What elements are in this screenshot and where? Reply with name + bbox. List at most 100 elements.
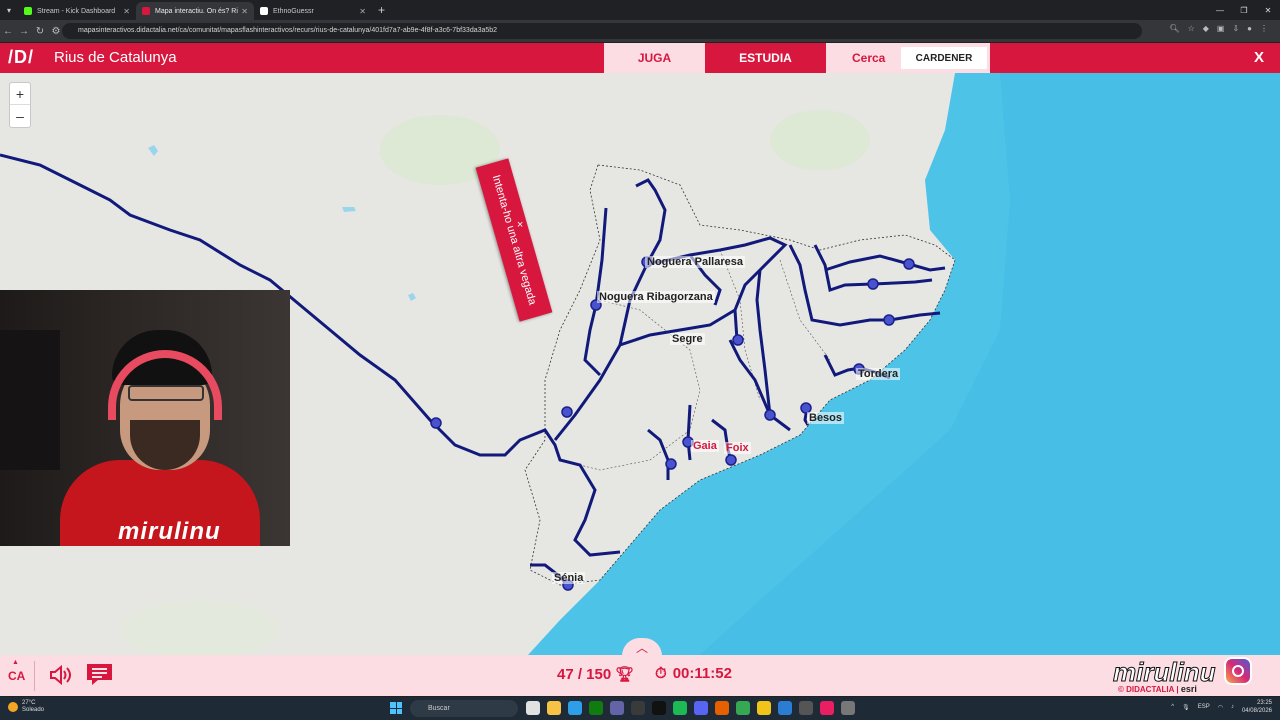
weather-temp: 27°C (22, 700, 36, 706)
close-tab-icon[interactable]: ✕ (123, 7, 130, 16)
chevron-up-icon: ▲ (12, 659, 19, 666)
retry-message: Intenta-ho una altra vegada (489, 173, 539, 307)
discord-icon[interactable] (694, 701, 708, 715)
notepad-icon[interactable] (778, 701, 792, 715)
download-icon[interactable]: ⇩ (1232, 24, 1239, 33)
extension-icon[interactable]: ◆ (1203, 24, 1209, 33)
river-search-field[interactable]: CARDENER (901, 47, 987, 69)
study-mode-button[interactable]: ESTUDIA (705, 43, 826, 73)
chat-icon[interactable] (86, 662, 113, 686)
windows-start-icon[interactable] (390, 702, 402, 714)
close-window-icon[interactable]: ✕ (1256, 0, 1280, 20)
app-header: /D/ Rius de Catalunya JUGA ESTUDIA Cerca… (0, 43, 1280, 73)
app-icon[interactable] (631, 701, 645, 715)
close-toast-icon[interactable]: × (517, 219, 523, 231)
tiktok-icon[interactable] (652, 701, 666, 715)
minimize-icon[interactable]: — (1208, 0, 1232, 20)
back-icon[interactable]: ← (0, 26, 16, 37)
calculator-icon[interactable] (841, 701, 855, 715)
new-tab-icon[interactable]: + (378, 3, 385, 17)
tab-title: Mapa interactiu. On és? Ri (155, 7, 238, 15)
river-francoli (647, 428, 670, 480)
tab-title: Stream - Kick Dashboard (37, 7, 116, 15)
clock-time: 23:25 (1256, 700, 1272, 706)
tab-ethnoguessr[interactable]: EthnoGuessr ✕ (254, 2, 372, 20)
instagram-icon (1224, 657, 1252, 685)
settings-icon[interactable] (799, 701, 813, 715)
clock[interactable]: 23:25 04/08/2026 (1242, 699, 1272, 715)
label-noguera-pallaresa[interactable]: Noguera Pallaresa (645, 256, 745, 268)
taskbar-apps (526, 701, 855, 715)
didactalia-credit: © DIDACTALIA (1118, 685, 1175, 694)
maximize-icon[interactable]: ❐ (1232, 0, 1256, 20)
app-icon-2[interactable] (757, 701, 771, 715)
wifi-icon[interactable]: ◠ (1218, 704, 1223, 711)
chrome-icon[interactable] (736, 701, 750, 715)
tab-list-icon[interactable]: ▾ (0, 1, 18, 19)
file-explorer-icon[interactable] (547, 701, 561, 715)
spotify-icon[interactable] (673, 701, 687, 715)
label-gaia[interactable]: Gaia (691, 440, 719, 452)
xbox-icon[interactable] (589, 701, 603, 715)
page-title: Rius de Catalunya (54, 49, 177, 66)
chevron-up-icon[interactable]: ^ (1171, 704, 1174, 710)
esri-credit: esri (1180, 684, 1197, 694)
didactalia-favicon-icon (142, 7, 150, 15)
close-tab-icon[interactable]: ✕ (359, 7, 366, 16)
teams-icon[interactable] (610, 701, 624, 715)
taskbar-search-field[interactable]: Buscar (410, 700, 518, 717)
retry-toast: Intenta-ho una altra vegada × (475, 158, 553, 323)
search-mode-label: Cerca (852, 51, 886, 65)
firefox-icon[interactable] (715, 701, 729, 715)
task-view-icon[interactable] (526, 701, 540, 715)
reload-icon[interactable]: ↻ (32, 26, 48, 37)
tab-kick[interactable]: Stream - Kick Dashboard ✕ (18, 2, 136, 20)
zoom-out-button[interactable]: – (10, 105, 30, 127)
extensions-puzzle-icon[interactable]: ▣ (1217, 24, 1225, 33)
close-tab-icon[interactable]: ✕ (241, 7, 248, 16)
timer-display: ⏱︎ 00:11:52 (655, 665, 732, 682)
play-mode-button[interactable]: JUGA (604, 43, 705, 73)
profile-avatar-icon[interactable]: ● (1247, 24, 1252, 33)
label-besos[interactable]: Besos (807, 412, 845, 424)
chevron-up-icon: ︿ (635, 640, 648, 655)
webcam-brand-logo: mirulinu (118, 518, 221, 545)
tiktok-studio-icon[interactable] (820, 701, 834, 715)
zoom-in-button[interactable]: + (10, 83, 30, 105)
kick-favicon-icon (24, 7, 32, 15)
zoom-icon[interactable]: 🔍︎ (1169, 24, 1179, 33)
language-selector[interactable]: CA (8, 669, 25, 683)
weather-desc: Soleado (22, 707, 45, 713)
map-credits: © DIDACTALIA | esri (1118, 684, 1197, 694)
forward-icon[interactable]: → (16, 26, 32, 37)
tray-lang[interactable]: ESP (1198, 704, 1210, 710)
label-tordera[interactable]: Tordera (856, 368, 901, 380)
speaker-icon[interactable] (48, 663, 72, 687)
system-tray: ^ 🎙︎ ESP ◠ ♪ 23:25 04/08/2026 (1171, 699, 1272, 715)
browser-tab-bar: ▾ Stream - Kick Dashboard ✕ Mapa interac… (0, 0, 1280, 20)
sun-icon (8, 702, 18, 712)
address-bar-row: ← → ↻ ⚙ mapasinteractivos.didactalia.net… (0, 20, 1280, 42)
didactalia-logo[interactable]: /D/ (8, 47, 34, 68)
menu-kebab-icon[interactable]: ⋮ (1260, 24, 1268, 33)
river-gaia (686, 404, 692, 461)
timer-value: 00:11:52 (672, 665, 732, 682)
tab-mapa[interactable]: Mapa interactiu. On és? Ri ✕ (136, 2, 254, 20)
trophy-icon: 🏆︎ (615, 666, 635, 683)
river-llobregat (728, 339, 791, 432)
edge-icon[interactable] (568, 701, 582, 715)
map-canvas[interactable]: + – Noguera Pallaresa Noguera Ribagorzan… (0, 73, 1280, 655)
label-segre[interactable]: Segre (670, 333, 705, 345)
webcam-overlay: mirulinu (0, 290, 290, 546)
volume-icon[interactable]: ♪ (1231, 704, 1234, 710)
label-noguera-ribagorzana[interactable]: Noguera Ribagorzana (597, 291, 715, 303)
windows-taskbar: 27°C Soleado Buscar ^ 🎙︎ ESP ◠ ♪ 23:25 0… (0, 697, 1280, 720)
label-senia[interactable]: Sénia (552, 572, 586, 584)
label-foix[interactable]: Foix (724, 442, 751, 454)
url-field[interactable]: mapasinteractivos.didactalia.net/ca/comu… (62, 23, 1142, 39)
microphone-icon[interactable]: 🎙︎ (1182, 704, 1190, 711)
weather-widget[interactable]: 27°C Soleado (8, 700, 44, 714)
bookmark-star-icon[interactable]: ☆ (1188, 24, 1195, 33)
close-app-button[interactable]: X (1254, 49, 1264, 66)
globe-favicon-icon (260, 7, 268, 15)
